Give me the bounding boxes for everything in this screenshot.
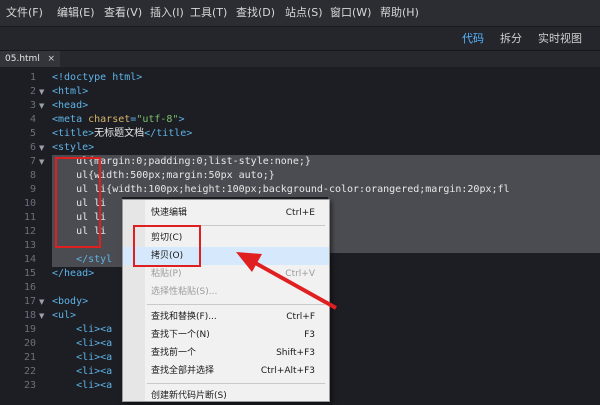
annotation-arrow-icon bbox=[236, 252, 337, 310]
